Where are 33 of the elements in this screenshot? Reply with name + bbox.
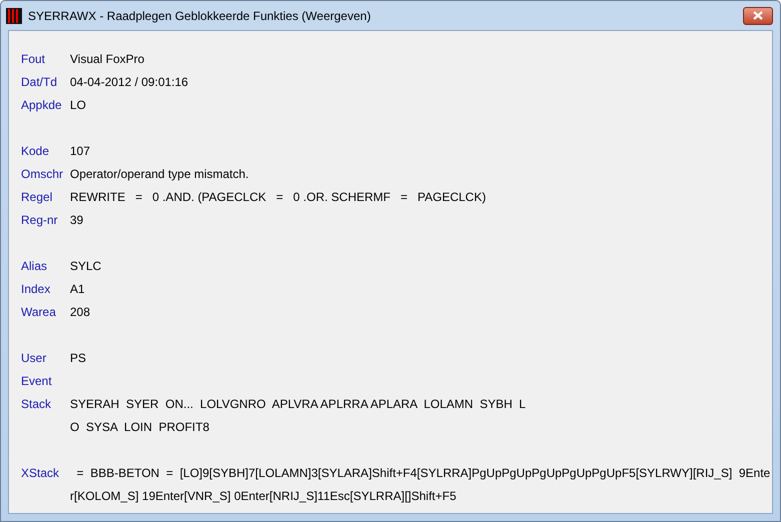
field-label: XStack (21, 465, 60, 482)
field-value: r[KOLOM_S] 19Enter[VNR_S] 0Enter[NRIJ_S]11Esc[SYLRRA][]Shift+F5 (70, 488, 456, 505)
field-value: PS (70, 350, 86, 367)
field-value: 107 (70, 143, 90, 160)
field-value: 04-04-2012 / 09:01:16 (70, 74, 188, 91)
field-label: Stack (21, 396, 52, 413)
field-label: User (21, 350, 48, 367)
close-icon (753, 11, 763, 20)
field-label: Fout (21, 51, 46, 68)
field-label: Event (21, 373, 53, 390)
field-value: SYLC (70, 258, 102, 275)
field-label: Dat/Td (21, 74, 58, 91)
window-title: SYERRAWX - Raadplegen Geblokkeerde Funkties (Weergeven) (28, 8, 371, 24)
field-value: Operator/operand type mismatch. (70, 166, 249, 183)
field-value: A1 (70, 281, 85, 298)
field-label: Warea (21, 304, 57, 321)
field-value: LO (70, 97, 86, 114)
field-value: SYERAH SYER ON... LOLVGNRO APLVRA APLRRA APLARA LOLAMN SYBH L (70, 396, 526, 413)
close-button[interactable] (743, 6, 773, 24)
field-value: O SYSA LOIN PROFIT8 (70, 419, 210, 436)
field-label: Kode (21, 143, 50, 160)
field-value: 39 (70, 212, 84, 229)
field-value: Visual FoxPro (70, 51, 144, 68)
field-value: REWRITE = 0 .AND. (PAGECLCK = 0 .OR. SCHERMF = PAGECLCK) (70, 189, 486, 206)
field-label: Alias (21, 258, 48, 275)
field-value: = BBB-BETON = [LO]9[SYBH]7[LOLAMN]3[SYLARA]Shift+F4[SYLRRA]PgUpPgUpPgUpPgUpPgUpF5[SYLRWY][RIJ_S] 9Ente (76, 465, 770, 482)
field-label: Omschr (21, 166, 64, 183)
field-value: 208 (70, 304, 90, 321)
field-label: Reg-nr (21, 212, 59, 229)
app-icon (6, 8, 22, 24)
field-label: Regel (21, 189, 54, 206)
field-label: Appkde (21, 97, 63, 114)
field-label: Index (21, 281, 52, 298)
